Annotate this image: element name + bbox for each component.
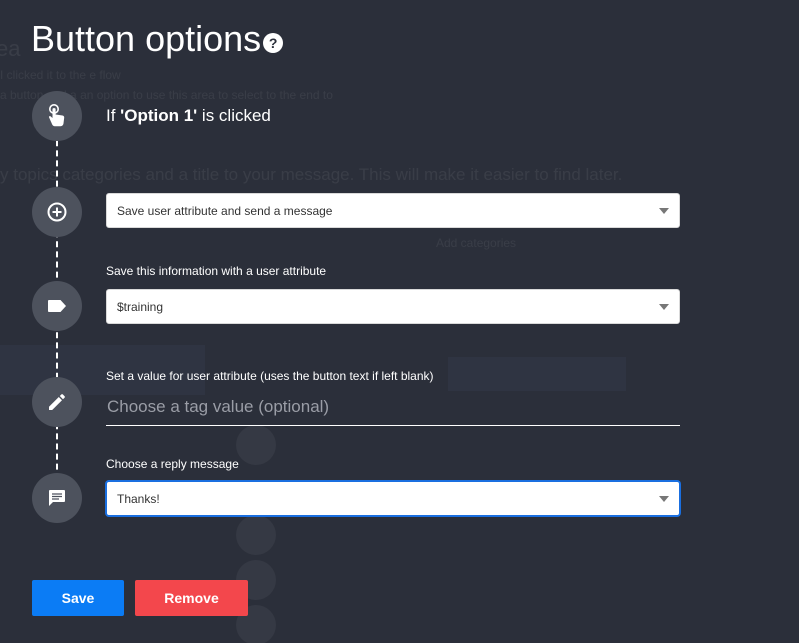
plus-circle-icon xyxy=(46,201,68,223)
step-reply xyxy=(32,473,82,523)
step-value xyxy=(32,377,82,427)
chat-icon xyxy=(47,488,67,508)
modal-title: Button options ? xyxy=(31,18,284,60)
question-circle-icon[interactable]: ? xyxy=(263,33,284,53)
step-attribute xyxy=(32,281,82,331)
tag-value-input[interactable] xyxy=(106,389,680,426)
attribute-select-value: $training xyxy=(117,299,164,314)
step-trigger xyxy=(32,91,82,141)
trigger-option: 'Option 1' xyxy=(120,106,198,125)
reply-select[interactable]: Thanks! xyxy=(106,481,680,516)
chevron-down-icon xyxy=(659,208,669,214)
tap-hand-icon xyxy=(46,104,68,128)
action-select[interactable]: Save user attribute and send a message xyxy=(106,193,680,228)
modal-title-text: Button options xyxy=(31,18,262,59)
attribute-label: Save this information with a user attrib… xyxy=(106,264,327,278)
trigger-prefix: If xyxy=(106,106,121,125)
reply-select-value: Thanks! xyxy=(117,491,160,506)
reply-label: Choose a reply message xyxy=(106,457,239,471)
save-button[interactable]: Save xyxy=(32,580,124,616)
chevron-down-icon xyxy=(659,304,669,310)
attribute-select[interactable]: $training xyxy=(106,289,680,324)
step-action xyxy=(32,187,82,237)
remove-button[interactable]: Remove xyxy=(135,580,248,616)
value-label: Set a value for user attribute (uses the… xyxy=(106,369,434,383)
chevron-down-icon xyxy=(659,496,669,502)
trigger-description: If 'Option 1' is clicked xyxy=(106,106,271,126)
tag-icon xyxy=(47,299,67,313)
trigger-suffix: is clicked xyxy=(197,106,271,125)
action-select-value: Save user attribute and send a message xyxy=(117,203,333,218)
pencil-icon xyxy=(47,392,67,412)
